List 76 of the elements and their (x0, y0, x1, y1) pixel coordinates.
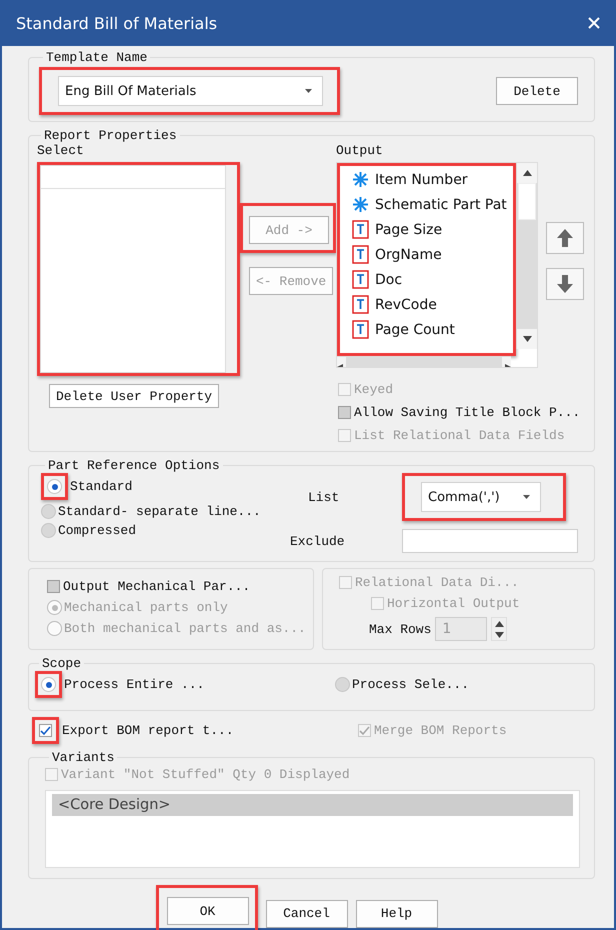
delete-button[interactable]: Delete (496, 77, 578, 105)
text-field-icon (352, 320, 369, 339)
output-label: Output (336, 143, 384, 158)
dialog-button[interactable]: Cancel (266, 900, 348, 928)
down-arrow-icon (555, 273, 575, 295)
close-icon[interactable] (588, 17, 600, 29)
output-item[interactable]: Page Size (340, 217, 513, 242)
down-triangle-icon (522, 336, 532, 342)
radio-label: Process Entire ... (64, 677, 204, 692)
dialog-button[interactable]: Help (356, 900, 438, 928)
variant-item[interactable]: <Core Design> (52, 794, 573, 816)
radio-button[interactable] (47, 621, 62, 636)
radio-label: Mechanical parts only (64, 600, 228, 615)
asterisk-icon (352, 196, 369, 213)
checkbox[interactable] (47, 580, 60, 593)
caret-icon (305, 89, 312, 93)
output-item[interactable]: RevCode (340, 292, 513, 317)
group-title: Scope (41, 656, 82, 671)
checkbox-label: Export BOM report t... (62, 723, 234, 738)
delete-user-property-button[interactable]: Delete User Property (49, 384, 220, 408)
checkbox-label: Keyed (354, 382, 394, 397)
dialog-button[interactable]: OK (166, 897, 248, 925)
checkbox-label: Allow Saving Title Block P... (354, 405, 580, 420)
radio-button[interactable] (41, 677, 56, 692)
caret-icon (523, 495, 530, 499)
list-dropdown[interactable]: Comma(',') (421, 482, 541, 512)
radio-button[interactable] (41, 523, 56, 538)
list-label: List (307, 490, 340, 504)
checkbox-label: List Relational Data Fields (354, 428, 565, 443)
window-title: Standard Bill of Materials (16, 14, 218, 32)
checkbox[interactable] (39, 724, 52, 737)
radio-button[interactable] (335, 677, 350, 692)
exclude-label: Exclude (290, 534, 346, 548)
checkbox-label: Horizontal Output (387, 596, 520, 611)
text-field-icon (352, 295, 369, 314)
text-field-icon (352, 270, 369, 289)
select-label: Select (37, 143, 85, 158)
exclude-field[interactable] (402, 529, 578, 553)
up-triangle-icon (494, 620, 504, 626)
group-title: Template Name (45, 50, 148, 65)
radio-button[interactable] (41, 504, 56, 519)
output-item[interactable]: Item Number (340, 167, 513, 192)
radio-label: Standard (70, 479, 132, 494)
text-field-icon (352, 220, 369, 239)
variants-list[interactable]: <Core Design> (45, 790, 580, 868)
radio-button[interactable] (47, 479, 62, 494)
spin-buttons[interactable] (491, 617, 508, 641)
group-title: Part Reference Options (47, 458, 221, 473)
move-down-button[interactable] (546, 268, 584, 300)
checkbox[interactable] (338, 406, 351, 419)
up-triangle-icon (522, 170, 532, 176)
checkbox-label: Variant "Not Stuffed" Qty 0 Displayed (61, 767, 350, 782)
output-item[interactable]: Page Count (340, 317, 513, 342)
output-item[interactable]: Schematic Part Pat (340, 192, 513, 217)
output-item[interactable]: OrgName (340, 242, 513, 267)
up-arrow-icon (555, 227, 575, 249)
checkbox-label: Output Mechanical Par... (63, 579, 250, 594)
vertical-scrollbar[interactable] (516, 163, 537, 349)
scroll-thumb[interactable] (518, 183, 536, 220)
radio-label: Both mechanical parts and as... (64, 621, 306, 636)
move-up-button[interactable] (546, 222, 584, 254)
checkbox-label: Merge BOM Reports (374, 723, 507, 738)
down-triangle-icon (494, 632, 504, 638)
checkbox-label: Relational Data Di... (355, 575, 519, 590)
output-list[interactable]: Item Number Schematic Part Pat Page Size OrgName Doc RevCode Page Count (336, 162, 538, 368)
group-title: Report Properties (43, 128, 178, 143)
asterisk-icon (352, 171, 369, 188)
radio-label: Standard- separate line... (58, 504, 261, 519)
radio-button[interactable] (47, 600, 62, 615)
max-rows-label: Max Rows (369, 622, 432, 636)
radio-label: Process Sele... (352, 677, 470, 692)
radio-label: Compressed (58, 523, 136, 538)
text-field-icon (352, 245, 369, 264)
group-title: Variants (51, 750, 116, 765)
template-dropdown[interactable]: Eng Bill Of Materials (58, 76, 323, 106)
output-item[interactable]: Doc (340, 267, 513, 292)
